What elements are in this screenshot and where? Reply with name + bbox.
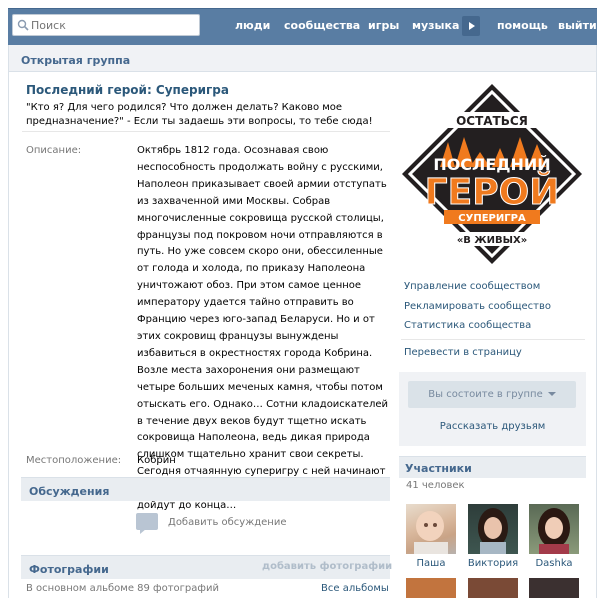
svg-text:«В ЖИВЫХ»: «В ЖИВЫХ» [457, 235, 527, 246]
search-input[interactable] [31, 17, 195, 33]
add-photos-link[interactable]: добавить фотографии [262, 561, 392, 572]
divider [401, 339, 585, 340]
community-stats-link[interactable]: Статистика сообщества [404, 320, 531, 331]
member-name[interactable]: Dashka [524, 558, 584, 569]
member-avatar[interactable] [529, 578, 579, 598]
add-discussion-link[interactable]: Добавить обсуждение [168, 517, 286, 528]
play-icon[interactable] [462, 16, 480, 36]
svg-text:СУПЕРИГРА: СУПЕРИГРА [458, 213, 526, 224]
location-label: Местоположение: [26, 455, 122, 466]
membership-button[interactable]: Вы состоите в группе [408, 381, 576, 408]
member-avatar-image [478, 508, 508, 554]
convert-to-page-link[interactable]: Перевести в страницу [404, 347, 522, 358]
group-type-header: Открытая группа [9, 45, 596, 72]
divider [22, 131, 390, 132]
photos-count: В основном альбоме 89 фотографий [26, 583, 219, 594]
member-avatar[interactable] [406, 504, 456, 554]
members-header[interactable]: Участники [399, 456, 586, 478]
nav-logout[interactable]: выйти [558, 19, 597, 32]
comment-bubble-icon [136, 513, 158, 534]
member-avatar[interactable] [529, 504, 579, 554]
nav-games[interactable]: игры [368, 19, 399, 32]
nav-music[interactable]: музыка [412, 19, 459, 32]
nav-people[interactable]: люди [235, 19, 270, 32]
search-icon [17, 19, 29, 31]
discussions-header[interactable]: Обсуждения [21, 477, 390, 501]
tell-friends-link[interactable]: Рассказать друзьям [399, 421, 586, 432]
chevron-down-icon [547, 392, 556, 396]
group-avatar-logo[interactable]: ОСТАТЬСЯ ПОСЛЕДНИЙ ГЕРОЙ СУПЕРИГРА «В ЖИ… [400, 82, 584, 266]
advertise-community-link[interactable]: Рекламировать сообщество [404, 301, 551, 312]
member-name[interactable]: Паша [401, 558, 461, 569]
nav-communities[interactable]: сообщества [284, 19, 360, 32]
member-avatar[interactable] [468, 504, 518, 554]
member-name[interactable]: Виктория [463, 558, 523, 569]
member-avatar[interactable] [406, 578, 456, 598]
member-avatar[interactable] [468, 578, 518, 598]
nav-help[interactable]: помощь [497, 19, 548, 32]
group-title: Последний герой: Суперигра [26, 83, 229, 97]
search-box[interactable] [12, 14, 200, 36]
description-label: Описание: [26, 145, 82, 156]
manage-community-link[interactable]: Управление сообществом [404, 281, 540, 292]
membership-button-label: Вы состоите в группе [428, 389, 543, 400]
all-albums-link[interactable]: Все альбомы [321, 583, 389, 594]
members-count: 41 человек [406, 480, 465, 491]
svg-text:ОСТАТЬСЯ: ОСТАТЬСЯ [456, 114, 528, 128]
group-status: "Кто я? Для чего родился? Что должен дел… [26, 102, 373, 127]
svg-text:ГЕРОЙ: ГЕРОЙ [425, 171, 560, 213]
location-value: Кобрин [137, 455, 176, 466]
member-avatar-image [538, 508, 570, 554]
member-avatar-image [414, 511, 448, 554]
